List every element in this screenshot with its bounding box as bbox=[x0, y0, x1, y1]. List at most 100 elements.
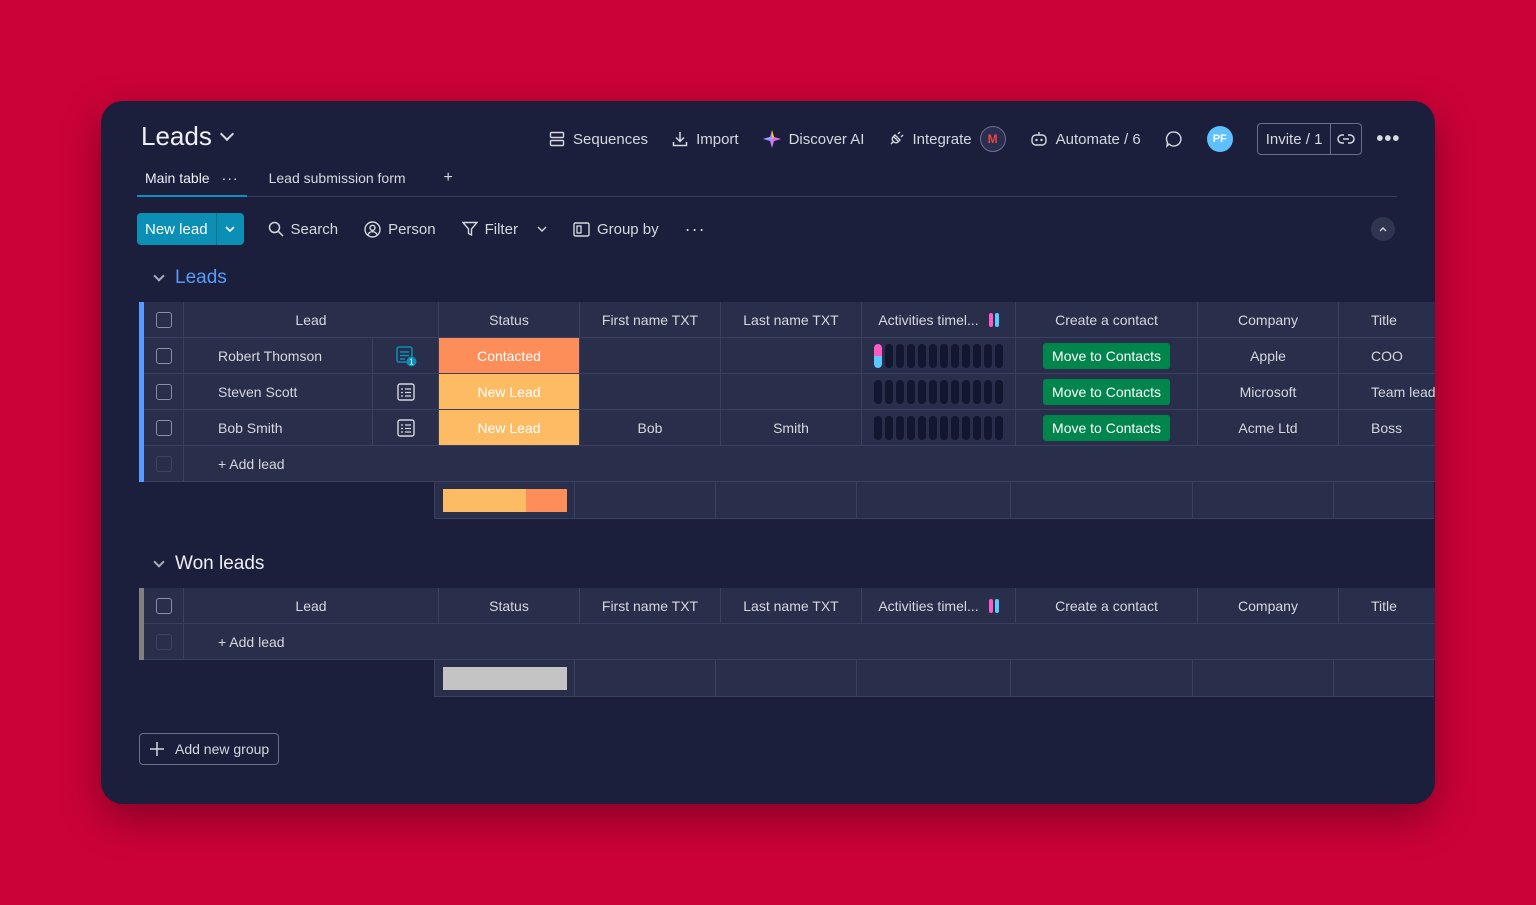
create-contact-cell: Move to Contacts bbox=[1016, 374, 1198, 409]
column-header-create-contact[interactable]: Create a contact bbox=[1016, 302, 1198, 337]
status-cell[interactable]: New Lead bbox=[439, 410, 580, 445]
group-table-won-leads: Lead Status First name TXT Last name TXT… bbox=[139, 588, 1435, 697]
column-header-status[interactable]: Status bbox=[439, 588, 580, 623]
title-cell[interactable]: Team lead bbox=[1339, 374, 1435, 409]
title-cell[interactable]: COO bbox=[1339, 338, 1435, 373]
row-checkbox[interactable] bbox=[144, 338, 184, 373]
filter-icon bbox=[461, 221, 478, 237]
chevron-down-icon bbox=[219, 126, 234, 141]
add-new-group-button[interactable]: Add new group bbox=[139, 733, 280, 765]
chevron-down-icon[interactable] bbox=[537, 226, 547, 232]
sequences-button[interactable]: Sequences bbox=[549, 131, 648, 148]
item-updates-button[interactable] bbox=[373, 374, 439, 409]
add-lead-input[interactable]: + Add lead bbox=[184, 446, 1430, 481]
company-cell[interactable]: Microsoft bbox=[1198, 374, 1339, 409]
activities-timeline-cell[interactable] bbox=[862, 374, 1016, 409]
column-header-create-contact[interactable]: Create a contact bbox=[1016, 588, 1198, 623]
column-header-activities[interactable]: Activities timel... bbox=[862, 588, 1016, 623]
first-name-cell[interactable]: Bob bbox=[580, 410, 721, 445]
gmail-icon: M bbox=[979, 126, 1006, 152]
group-by-icon bbox=[573, 221, 590, 237]
first-name-cell[interactable] bbox=[580, 374, 721, 409]
column-header-company[interactable]: Company bbox=[1198, 302, 1339, 337]
row-checkbox[interactable] bbox=[144, 374, 184, 409]
column-header-lead[interactable]: Lead bbox=[184, 302, 439, 337]
group-by-button[interactable]: Group by bbox=[573, 221, 659, 238]
lead-name[interactable]: Steven Scott bbox=[184, 374, 373, 409]
column-header-title[interactable]: Title bbox=[1339, 588, 1435, 623]
company-cell[interactable]: Apple bbox=[1198, 338, 1339, 373]
column-header-last-name[interactable]: Last name TXT bbox=[721, 588, 862, 623]
status-summary[interactable] bbox=[434, 660, 575, 697]
plug-icon bbox=[890, 131, 904, 145]
status-summary-segment bbox=[442, 666, 567, 690]
import-button[interactable]: Import bbox=[672, 131, 739, 148]
select-all-checkbox[interactable] bbox=[144, 588, 184, 623]
table-row[interactable]: Bob Smith New Lead Bob Smith Move to Con… bbox=[144, 410, 1435, 446]
collapse-header-button[interactable] bbox=[1371, 217, 1395, 241]
column-header-last-name[interactable]: Last name TXT bbox=[721, 302, 862, 337]
more-options-icon[interactable]: ••• bbox=[1376, 128, 1400, 151]
invite-button[interactable]: Invite / 1 bbox=[1258, 124, 1331, 154]
tab-main-table[interactable]: Main table ··· bbox=[137, 167, 247, 197]
table-row[interactable]: Robert Thomson 1 Contacted Move to Conta… bbox=[144, 338, 1435, 374]
svg-text:1: 1 bbox=[409, 357, 414, 366]
move-to-contacts-button[interactable]: Move to Contacts bbox=[1043, 414, 1170, 441]
filter-button[interactable]: Filter bbox=[461, 221, 547, 238]
user-avatar[interactable]: PF bbox=[1206, 126, 1233, 152]
column-header-first-name[interactable]: First name TXT bbox=[580, 302, 721, 337]
row-checkbox[interactable] bbox=[144, 410, 184, 445]
search-icon bbox=[268, 221, 284, 237]
discover-ai-button[interactable]: Discover AI bbox=[762, 130, 864, 148]
item-updates-button[interactable]: 1 bbox=[373, 338, 439, 373]
person-icon bbox=[364, 220, 381, 238]
move-to-contacts-button[interactable]: Move to Contacts bbox=[1043, 342, 1170, 369]
column-header-activities[interactable]: Activities timel... bbox=[862, 302, 1016, 337]
automate-button[interactable]: Automate / 6 bbox=[1030, 131, 1141, 148]
tab-options-icon[interactable]: ··· bbox=[222, 170, 239, 195]
lead-name[interactable]: Bob Smith bbox=[184, 410, 373, 445]
status-label: New Lead bbox=[439, 374, 579, 409]
activities-timeline-cell[interactable] bbox=[862, 338, 1016, 373]
integrate-button[interactable]: Integrate M bbox=[888, 126, 1006, 152]
board-title[interactable]: Leads bbox=[141, 121, 234, 152]
status-summary[interactable] bbox=[434, 482, 575, 519]
move-to-contacts-button[interactable]: Move to Contacts bbox=[1043, 378, 1170, 405]
column-header-first-name[interactable]: First name TXT bbox=[580, 588, 721, 623]
row-checkbox bbox=[144, 446, 184, 481]
status-cell[interactable]: Contacted bbox=[439, 338, 580, 373]
last-name-cell[interactable] bbox=[721, 338, 862, 373]
table-row[interactable]: Steven Scott New Lead Move to Contacts M… bbox=[144, 374, 1435, 410]
chevron-down-icon[interactable] bbox=[153, 555, 165, 568]
status-summary-segment bbox=[525, 488, 567, 512]
last-name-cell[interactable] bbox=[721, 374, 862, 409]
group-header-leads[interactable]: Leads bbox=[139, 267, 227, 289]
select-all-checkbox[interactable] bbox=[144, 302, 184, 337]
tab-lead-submission-form[interactable]: Lead submission form bbox=[261, 167, 414, 197]
activities-timeline-cell[interactable] bbox=[862, 410, 1016, 445]
company-cell[interactable]: Acme Ltd bbox=[1198, 410, 1339, 445]
chevron-down-icon[interactable] bbox=[153, 269, 165, 282]
person-filter-button[interactable]: Person bbox=[364, 221, 436, 238]
status-cell[interactable]: New Lead bbox=[439, 374, 580, 409]
column-header-company[interactable]: Company bbox=[1198, 588, 1339, 623]
updates-chat-button[interactable] bbox=[1165, 130, 1183, 148]
plus-icon bbox=[150, 742, 164, 756]
column-header-title[interactable]: Title bbox=[1339, 302, 1435, 337]
more-toolbar-options-icon[interactable]: ··· bbox=[685, 219, 706, 240]
last-name-cell[interactable]: Smith bbox=[721, 410, 862, 445]
group-header-won-leads[interactable]: Won leads bbox=[139, 553, 264, 575]
lead-name[interactable]: Robert Thomson bbox=[184, 338, 373, 373]
column-header-lead[interactable]: Lead bbox=[184, 588, 439, 623]
new-lead-button[interactable]: New lead bbox=[137, 213, 216, 245]
first-name-cell[interactable] bbox=[580, 338, 721, 373]
ai-sparkle-icon bbox=[762, 130, 781, 148]
search-button[interactable]: Search bbox=[268, 221, 338, 238]
column-header-status[interactable]: Status bbox=[439, 302, 580, 337]
new-lead-dropdown[interactable] bbox=[215, 213, 244, 245]
add-lead-input[interactable]: + Add lead bbox=[184, 624, 1430, 659]
title-cell[interactable]: Boss bbox=[1339, 410, 1435, 445]
add-view-icon[interactable]: + bbox=[432, 167, 465, 189]
item-updates-button[interactable] bbox=[373, 410, 439, 445]
copy-link-button[interactable] bbox=[1330, 124, 1361, 154]
